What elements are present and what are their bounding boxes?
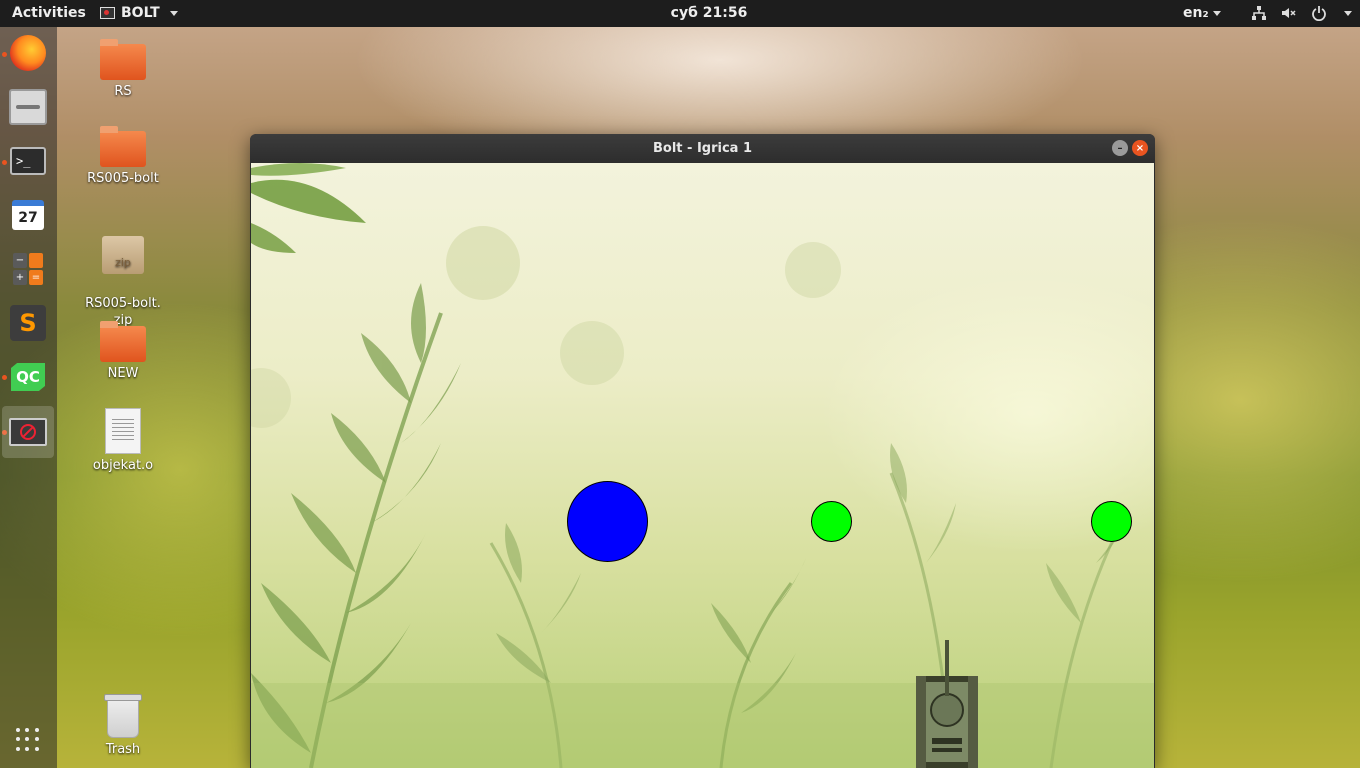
running-indicator xyxy=(2,160,7,165)
desktop-icon-label: NEW xyxy=(107,366,139,381)
desktop-icon-label: Trash xyxy=(105,742,141,757)
terminal-icon: >_ xyxy=(10,147,46,175)
network-icon xyxy=(1250,4,1268,22)
folder-icon xyxy=(100,321,146,362)
folder-icon xyxy=(100,39,146,80)
green-ball xyxy=(1091,501,1132,542)
dock-item-bolt[interactable] xyxy=(2,406,54,458)
green-ball xyxy=(811,501,852,542)
running-indicator xyxy=(2,375,7,380)
language-label: en₂ xyxy=(1183,5,1209,21)
power-icon xyxy=(1310,4,1328,22)
close-button[interactable]: × xyxy=(1132,140,1148,156)
clock[interactable]: суб 21:56 xyxy=(0,5,1360,21)
window-titlebar[interactable]: Bolt - Igrica 1 – × xyxy=(250,134,1155,163)
calculator-icon: − + = xyxy=(13,253,43,285)
background-foliage xyxy=(251,163,1154,768)
text-file-icon xyxy=(105,408,141,454)
desktop-icon-label: RS005-bolt. zip xyxy=(85,296,161,328)
desktop-icon-label: RS xyxy=(114,84,132,99)
desktop-icon-objekat-o[interactable]: objekat.o xyxy=(78,408,168,473)
top-bar: Activities BOLT суб 21:56 en₂ xyxy=(0,0,1360,27)
window-title: Bolt - Igrica 1 xyxy=(652,141,753,156)
blue-ball xyxy=(567,481,648,562)
game-window: Bolt - Igrica 1 – × xyxy=(250,134,1155,768)
desktop-icon-rs[interactable]: RS xyxy=(78,39,168,99)
desktop-icon-rs005-bolt[interactable]: RS005-bolt xyxy=(78,126,168,186)
dock-item-files[interactable] xyxy=(8,87,48,127)
trash-icon xyxy=(104,694,142,738)
desktop-icon-label: RS005-bolt xyxy=(87,171,159,186)
sublime-text-icon: S xyxy=(10,305,46,341)
bolt-app-icon xyxy=(9,418,47,446)
language-indicator[interactable]: en₂ xyxy=(1183,5,1221,21)
tank-player xyxy=(916,640,978,768)
dock-item-terminal[interactable]: >_ xyxy=(8,141,48,181)
firefox-icon xyxy=(10,35,46,71)
dock: >_ 27 − + = S QC xyxy=(0,27,57,768)
calendar-icon: 27 xyxy=(12,200,44,230)
dock-item-calculator[interactable]: − + = xyxy=(8,249,48,289)
volume-muted-icon xyxy=(1280,4,1298,22)
qt-creator-icon: QC xyxy=(11,363,45,391)
dock-item-firefox[interactable] xyxy=(8,33,48,73)
files-icon xyxy=(9,89,47,125)
running-indicator xyxy=(2,52,7,57)
minimize-button[interactable]: – xyxy=(1112,140,1128,156)
show-applications-icon[interactable] xyxy=(16,728,40,752)
desktop-icon-trash[interactable]: Trash xyxy=(78,694,168,757)
game-canvas[interactable] xyxy=(251,163,1154,768)
chevron-down-icon xyxy=(1212,10,1221,16)
dock-item-qt-creator[interactable]: QC xyxy=(8,357,48,397)
zip-archive-icon: zip xyxy=(102,236,144,274)
desktop-icon-label: objekat.o xyxy=(92,458,154,473)
folder-icon xyxy=(100,126,146,167)
chevron-down-icon xyxy=(1344,10,1352,16)
desktop-icon-new[interactable]: NEW xyxy=(78,321,168,381)
system-tray[interactable] xyxy=(1250,4,1352,22)
dock-item-sublime-text[interactable]: S xyxy=(8,303,48,343)
dock-item-calendar[interactable]: 27 xyxy=(8,195,48,235)
